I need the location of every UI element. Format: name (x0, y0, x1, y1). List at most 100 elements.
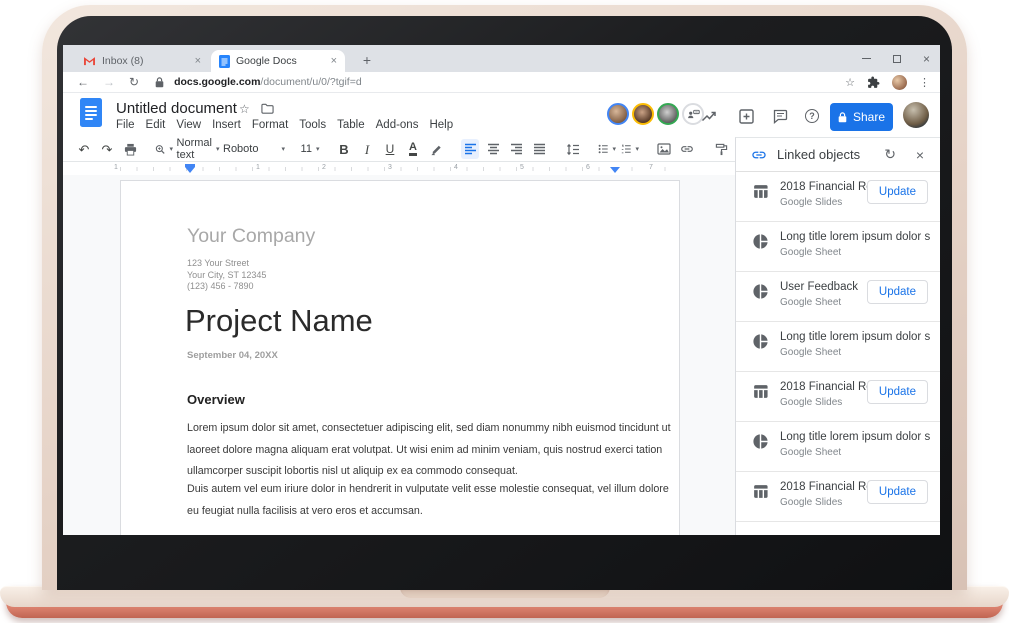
user-avatar[interactable] (903, 102, 929, 128)
help-icon[interactable]: ? (803, 107, 821, 125)
menu-help[interactable]: Help (429, 119, 453, 131)
document-page[interactable]: Your Company 123 Your Street Your City, … (120, 180, 680, 535)
text-color-icon[interactable]: A (404, 139, 422, 159)
docs-header: Untitled document ☆ File Edit View Inser… (63, 93, 940, 137)
close-window-icon[interactable]: × (923, 53, 930, 65)
paint-format-icon[interactable] (712, 139, 730, 159)
menu-format[interactable]: Format (252, 119, 288, 131)
font-select[interactable]: Roboto ▾ (223, 139, 285, 159)
docs-toolbar: ↶ ↷ ▾ Normal text ▾ Roboto ▾ 11 (63, 137, 735, 162)
date-text: September 04, 20XX (187, 350, 278, 361)
redo-icon[interactable]: ↷ (98, 139, 116, 159)
ruler-number: 7 (647, 164, 655, 171)
insert-link-icon[interactable] (678, 139, 696, 159)
menu-insert[interactable]: Insert (212, 119, 241, 131)
print-icon[interactable] (121, 139, 139, 159)
collaborator-avatars (607, 103, 704, 125)
browser-profile-avatar[interactable] (892, 75, 907, 90)
update-button[interactable]: Update (867, 380, 928, 404)
menu-view[interactable]: View (176, 119, 201, 131)
activity-dashboard-icon[interactable] (700, 107, 718, 125)
linked-object-row[interactable]: Long title lorem ipsum dolor sit a... Go… (736, 422, 940, 472)
font-size-select[interactable]: 11 ▾ (301, 139, 319, 159)
linked-object-row[interactable]: 2018 Financial Report Google Slides Upda… (736, 172, 940, 222)
minimize-icon[interactable] (862, 58, 871, 60)
indent-marker-right[interactable] (610, 167, 620, 173)
menu-edit[interactable]: Edit (146, 119, 166, 131)
laptop-lid: Inbox (8) × Google Docs × + × ← → ↻ (42, 5, 967, 590)
tab-inbox[interactable]: Inbox (8) × (75, 50, 209, 72)
dropdown-icon: ▾ (281, 145, 285, 153)
menu-bar: File Edit View Insert Format Tools Table… (116, 119, 453, 131)
share-label: Share (853, 110, 885, 124)
update-button[interactable]: Update (867, 180, 928, 204)
italic-icon[interactable]: I (358, 139, 376, 159)
lock-icon (155, 77, 164, 88)
zoom-icon[interactable]: ▾ (155, 139, 173, 159)
bookmark-star-icon[interactable]: ☆ (845, 76, 855, 89)
add-box-icon[interactable] (737, 107, 755, 125)
line-spacing-icon[interactable] (564, 139, 582, 159)
menu-tools[interactable]: Tools (299, 119, 326, 131)
linked-object-row[interactable]: 2018 Financial Report... Google Slides U… (736, 472, 940, 522)
document-title[interactable]: Untitled document (116, 100, 237, 117)
ruler-number: 6 (584, 164, 592, 171)
refresh-all-icon[interactable]: ↻ (884, 146, 896, 163)
comment-icon[interactable] (771, 107, 789, 125)
linked-object-row[interactable]: Long title lorem ipsum dolor sit a... Go… (736, 322, 940, 372)
new-tab-button[interactable]: + (357, 51, 377, 71)
linked-object-type: Google Sheet (780, 247, 930, 258)
laptop-screen-bezel: Inbox (8) × Google Docs × + × ← → ↻ (57, 16, 952, 590)
underline-icon[interactable]: U (381, 139, 399, 159)
linked-object-row[interactable]: User Feedback Google Sheet Update (736, 272, 940, 322)
bullet-list-icon[interactable]: ▾ (598, 139, 616, 159)
maximize-icon[interactable] (893, 55, 901, 63)
forward-icon[interactable]: → (103, 75, 115, 89)
browser-window: Inbox (8) × Google Docs × + × ← → ↻ (63, 45, 940, 535)
pie-chart-icon (752, 283, 769, 300)
update-button[interactable]: Update (867, 480, 928, 504)
highlight-color-icon[interactable] (427, 139, 445, 159)
align-left-icon[interactable] (461, 139, 479, 159)
close-icon[interactable]: × (195, 56, 201, 67)
extensions-icon[interactable] (867, 76, 880, 89)
linked-object-row[interactable]: 2018 Financial Report... Google Slides U… (736, 372, 940, 422)
url-path[interactable]: /document/u/0/?tgif=d (260, 76, 361, 88)
url-host[interactable]: docs.google.com (174, 76, 260, 88)
tab-google-docs[interactable]: Google Docs × (211, 50, 345, 72)
body-paragraph: Lorem ipsum dolor sit amet, consectetuer… (187, 418, 675, 483)
menu-addons[interactable]: Add-ons (376, 119, 419, 131)
linked-object-title: Long title lorem ipsum dolor sit a... (780, 331, 930, 343)
move-folder-icon[interactable] (261, 103, 274, 114)
align-right-icon[interactable] (507, 139, 525, 159)
kebab-menu-icon[interactable]: ⋮ (919, 76, 930, 89)
insert-image-icon[interactable] (655, 139, 673, 159)
update-button[interactable]: Update (867, 280, 928, 304)
align-center-icon[interactable] (484, 139, 502, 159)
docs-logo-icon[interactable] (80, 98, 102, 127)
collaborator-avatar[interactable] (657, 103, 679, 125)
close-icon[interactable]: × (331, 56, 337, 67)
share-button[interactable]: Share (830, 103, 893, 131)
collaborator-avatar[interactable] (632, 103, 654, 125)
menu-file[interactable]: File (116, 119, 135, 131)
indent-marker-left[interactable] (185, 167, 195, 173)
justify-icon[interactable] (530, 139, 548, 159)
close-panel-icon[interactable]: × (916, 147, 924, 163)
collaborator-avatar[interactable] (607, 103, 629, 125)
ruler[interactable]: 1 1 2 3 4 5 6 7 (63, 162, 735, 175)
bold-icon[interactable]: B (335, 139, 353, 159)
gmail-icon (83, 56, 96, 66)
linked-object-type: Google Sheet (780, 347, 930, 358)
undo-icon[interactable]: ↶ (75, 139, 93, 159)
back-icon[interactable]: ← (77, 75, 89, 89)
linked-object-row[interactable]: Long title lorem ipsum dolor sit a... Go… (736, 222, 940, 272)
menu-table[interactable]: Table (337, 119, 365, 131)
section-heading: Overview (187, 392, 245, 407)
ruler-number: 1 (254, 164, 262, 171)
numbered-list-icon[interactable]: ▾ (621, 139, 639, 159)
paragraph-style-select[interactable]: Normal text ▾ (189, 139, 207, 159)
address-line: (123) 456 - 7890 (187, 281, 266, 293)
refresh-icon[interactable]: ↻ (129, 75, 139, 89)
star-document-icon[interactable]: ☆ (239, 102, 250, 116)
